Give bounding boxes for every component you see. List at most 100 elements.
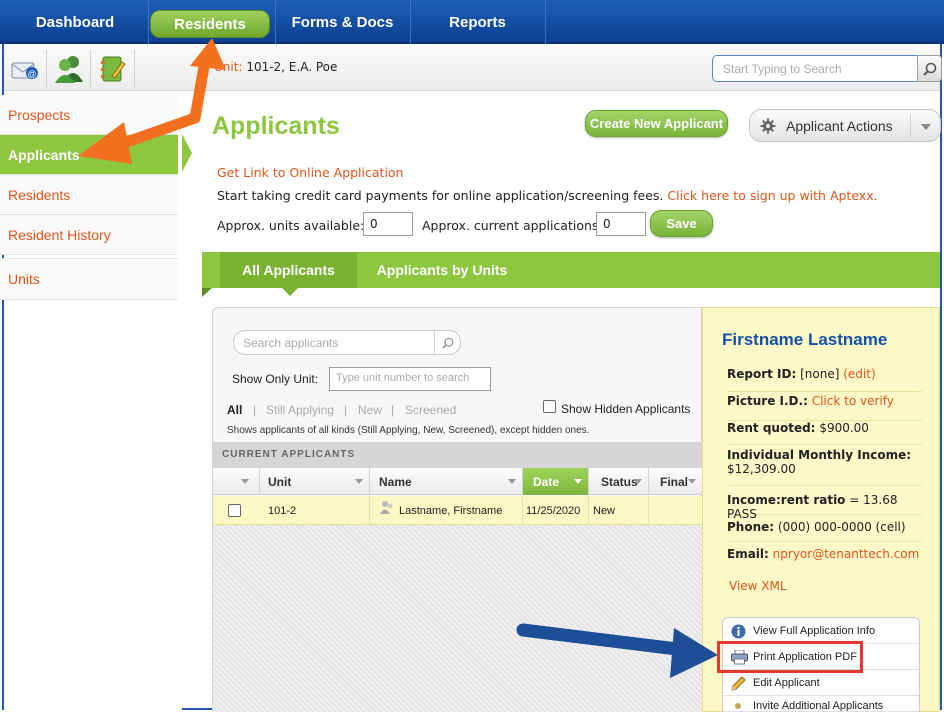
column-header-status[interactable]: Status (589, 468, 649, 495)
page-title: Applicants (212, 112, 340, 140)
rent-label: Rent quoted: (727, 421, 816, 435)
email-row: Email: npryor@tenanttech.com (727, 547, 922, 569)
cell-name[interactable]: Lastname, Firstname (370, 496, 523, 525)
picture-id-row: Picture I.D.: Click to verify (727, 394, 922, 421)
people-icon[interactable] (52, 52, 86, 86)
rent-value: $900.00 (819, 421, 869, 435)
create-new-applicant-button[interactable]: Create New Applicant (585, 110, 728, 137)
cell-unit: 101-2 (260, 496, 370, 525)
tab-residents[interactable]: Residents (150, 10, 270, 38)
global-search-input[interactable]: Start Typing to Search (712, 55, 918, 82)
column-header-unit[interactable]: Unit (260, 468, 370, 495)
tab-forms-docs[interactable]: Forms & Docs (275, 0, 410, 44)
sidebar-item-resident-history[interactable]: Resident History (0, 215, 178, 255)
sidebar-item-prospects[interactable]: Prospects (0, 95, 178, 135)
email-label: Email: (727, 547, 769, 561)
picture-id-label: Picture I.D.: (727, 394, 808, 408)
tab-bar-fold (202, 288, 212, 297)
toolbar-divider (134, 50, 135, 88)
tab-applicants-by-units[interactable]: Applicants by Units (357, 252, 527, 288)
column-header-final[interactable]: Final (649, 468, 702, 495)
empty-list-area (213, 525, 702, 712)
column-label: Date (533, 474, 560, 489)
applicant-actions-button[interactable]: Applicant Actions (749, 109, 941, 142)
applicants-group-icon (379, 500, 395, 516)
phone-value: (000) 000-0000 (cell) (777, 520, 906, 534)
email-link[interactable]: npryor@tenanttech.com (773, 547, 920, 561)
rent-row: Rent quoted: $900.00 (727, 421, 922, 445)
applicant-full-name: Firstname Lastname (722, 330, 888, 349)
search-icon[interactable] (434, 331, 460, 354)
cell-status: New (589, 496, 649, 525)
units-available-input[interactable]: 0 (363, 212, 413, 236)
applicant-search-input[interactable]: Search applicants (243, 336, 338, 350)
column-label: Unit (268, 474, 292, 489)
filter-screened[interactable]: Screened (405, 403, 456, 417)
cell-final (649, 496, 702, 525)
report-id-label: Report ID: (727, 367, 797, 381)
save-button[interactable]: Save (650, 210, 713, 237)
chevron-down-icon (921, 124, 931, 130)
edit-report-link[interactable]: (edit) (843, 367, 875, 381)
search-icon[interactable] (917, 55, 942, 82)
verify-picture-link[interactable]: Click to verify (812, 394, 894, 408)
tab-all-applicants[interactable]: All Applicants (220, 252, 357, 288)
print-pdf-highlight (717, 641, 863, 673)
ratio-row: Income:rent ratio = 13.68 PASS (727, 493, 922, 521)
pencil-icon (731, 676, 746, 691)
section-title: CURRENT APPLICANTS (222, 449, 356, 460)
show-hidden-checkbox[interactable] (543, 400, 556, 413)
row-select-checkbox[interactable] (228, 504, 241, 517)
view-xml-link[interactable]: View XML (729, 579, 787, 593)
invite-additional-applicants-item[interactable]: Invite Additional Applicants (723, 696, 919, 712)
gear-icon (760, 118, 776, 134)
tab-dashboard[interactable]: Dashboard (0, 0, 150, 44)
show-hidden-label: Show Hidden Applicants (561, 402, 691, 416)
cell-date: 11/25/2020 (523, 496, 589, 525)
sidebar-item-applicants[interactable]: Applicants (0, 135, 178, 175)
column-label: Final (660, 474, 689, 489)
filter-all[interactable]: All (227, 403, 242, 417)
notebook-icon[interactable] (96, 52, 130, 86)
current-applications-input[interactable]: 0 (596, 212, 646, 236)
report-id-value: [none] (800, 367, 840, 381)
svg-text:@: @ (27, 69, 36, 79)
edit-applicant-item[interactable]: Edit Applicant (723, 670, 919, 696)
column-header-name[interactable]: Name (370, 468, 523, 495)
filter-separator: | (344, 403, 348, 417)
toolbar-divider (46, 50, 47, 88)
unit-value: 101-2, E.A. Poe (246, 60, 338, 74)
income-label: Individual Monthly Income: (727, 448, 912, 462)
payments-text: Start taking credit card payments for on… (217, 188, 664, 203)
nav-divider (148, 0, 149, 44)
menu-label: Edit Applicant (753, 676, 820, 689)
select-column-header[interactable] (213, 468, 260, 495)
phone-row: Phone: (000) 000-0000 (cell) (727, 520, 922, 542)
nav-divider (545, 0, 546, 44)
column-header-date[interactable]: Date (523, 468, 589, 495)
column-label: Name (379, 474, 412, 489)
active-indicator (182, 134, 192, 172)
menu-label: View Full Application Info (753, 624, 876, 637)
column-label: Status (601, 474, 638, 489)
add-person-icon (731, 702, 746, 711)
current-unit: Unit: 101-2, E.A. Poe (214, 60, 337, 74)
report-id-row: Report ID: [none] (edit) (727, 367, 922, 392)
unit-filter-input[interactable]: Type unit number to search (329, 367, 491, 391)
tab-reports[interactable]: Reports (410, 0, 545, 44)
filter-separator: | (253, 403, 257, 417)
top-nav: Dashboard Residents Forms & Docs Reports (0, 0, 944, 44)
tab-pointer (282, 288, 298, 296)
aptexx-signup-link[interactable]: Click here to sign up with Aptexx. (667, 188, 877, 203)
filter-still-applying[interactable]: Still Applying (266, 403, 334, 417)
filter-separator: | (391, 403, 395, 417)
show-only-unit-label: Show Only Unit: (232, 372, 319, 386)
filter-new[interactable]: New (358, 403, 382, 417)
sidebar-item-units[interactable]: Units (0, 258, 178, 300)
current-applications-label: Approx. current applications: (422, 218, 603, 233)
sidebar-item-residents[interactable]: Residents (0, 175, 178, 215)
mail-icon[interactable]: @ (8, 52, 42, 86)
units-available-label: Approx. units available: (217, 218, 365, 233)
online-application-link[interactable]: Get Link to Online Application (217, 165, 403, 180)
button-divider (910, 115, 911, 137)
